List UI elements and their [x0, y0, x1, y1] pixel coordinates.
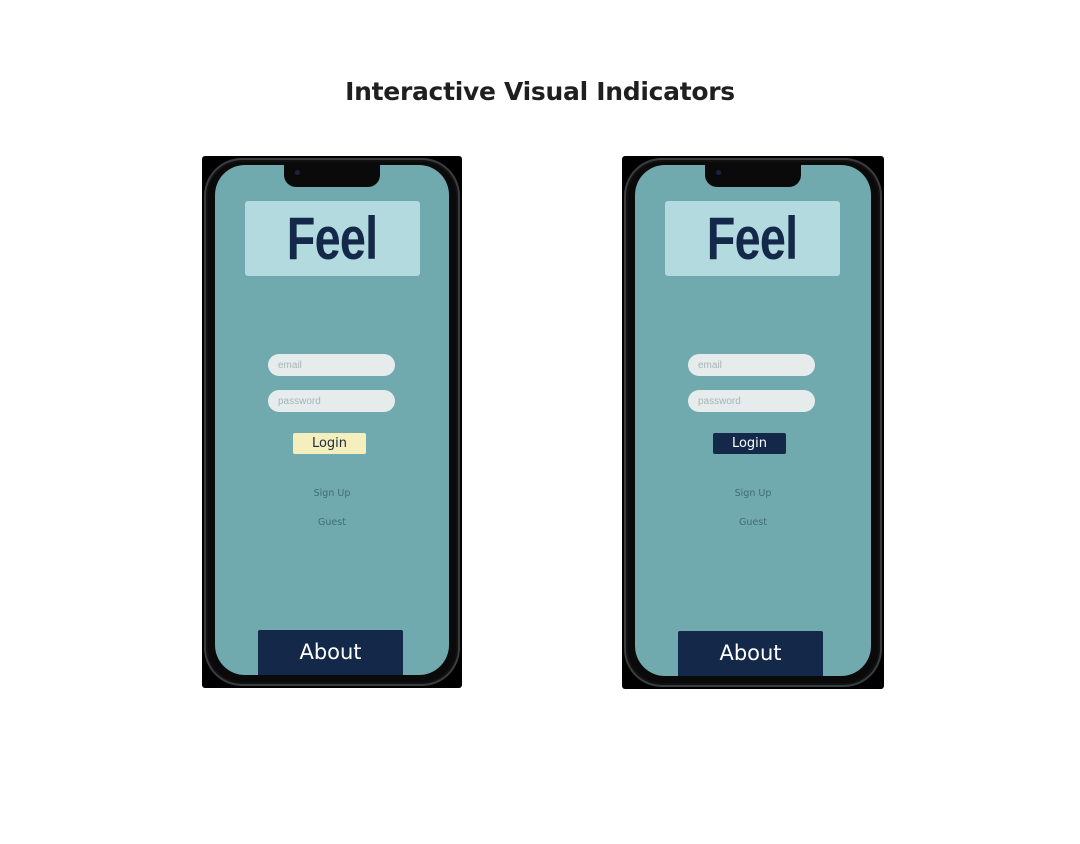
app-logo-text: Feel [707, 205, 798, 272]
sign-up-link[interactable]: Sign Up [215, 488, 449, 499]
sign-up-link[interactable]: Sign Up [635, 488, 871, 499]
page-title: Interactive Visual Indicators [345, 77, 735, 106]
password-field[interactable] [688, 390, 815, 412]
password-field[interactable] [268, 390, 395, 412]
phone-screen: Feel Login Sign Up Guest About [635, 165, 871, 676]
camera-icon [716, 170, 721, 175]
app-logo-text: Feel [287, 205, 378, 272]
phone-screen: Feel Login Sign Up Guest About [215, 165, 449, 675]
login-button[interactable]: Login [293, 433, 366, 454]
phone-mockup-active: Feel Login Sign Up Guest About [622, 156, 884, 689]
about-button[interactable]: About [258, 630, 403, 675]
phone-notch [705, 165, 801, 187]
guest-link[interactable]: Guest [635, 517, 871, 528]
email-field[interactable] [688, 354, 815, 376]
about-button[interactable]: About [678, 631, 823, 676]
phone-notch [284, 165, 380, 187]
app-logo: Feel [665, 201, 840, 276]
guest-link[interactable]: Guest [215, 517, 449, 528]
camera-icon [295, 170, 300, 175]
app-logo: Feel [245, 201, 420, 276]
email-field[interactable] [268, 354, 395, 376]
login-button[interactable]: Login [713, 433, 786, 454]
phone-mockup-default: Feel Login Sign Up Guest About [202, 156, 462, 688]
